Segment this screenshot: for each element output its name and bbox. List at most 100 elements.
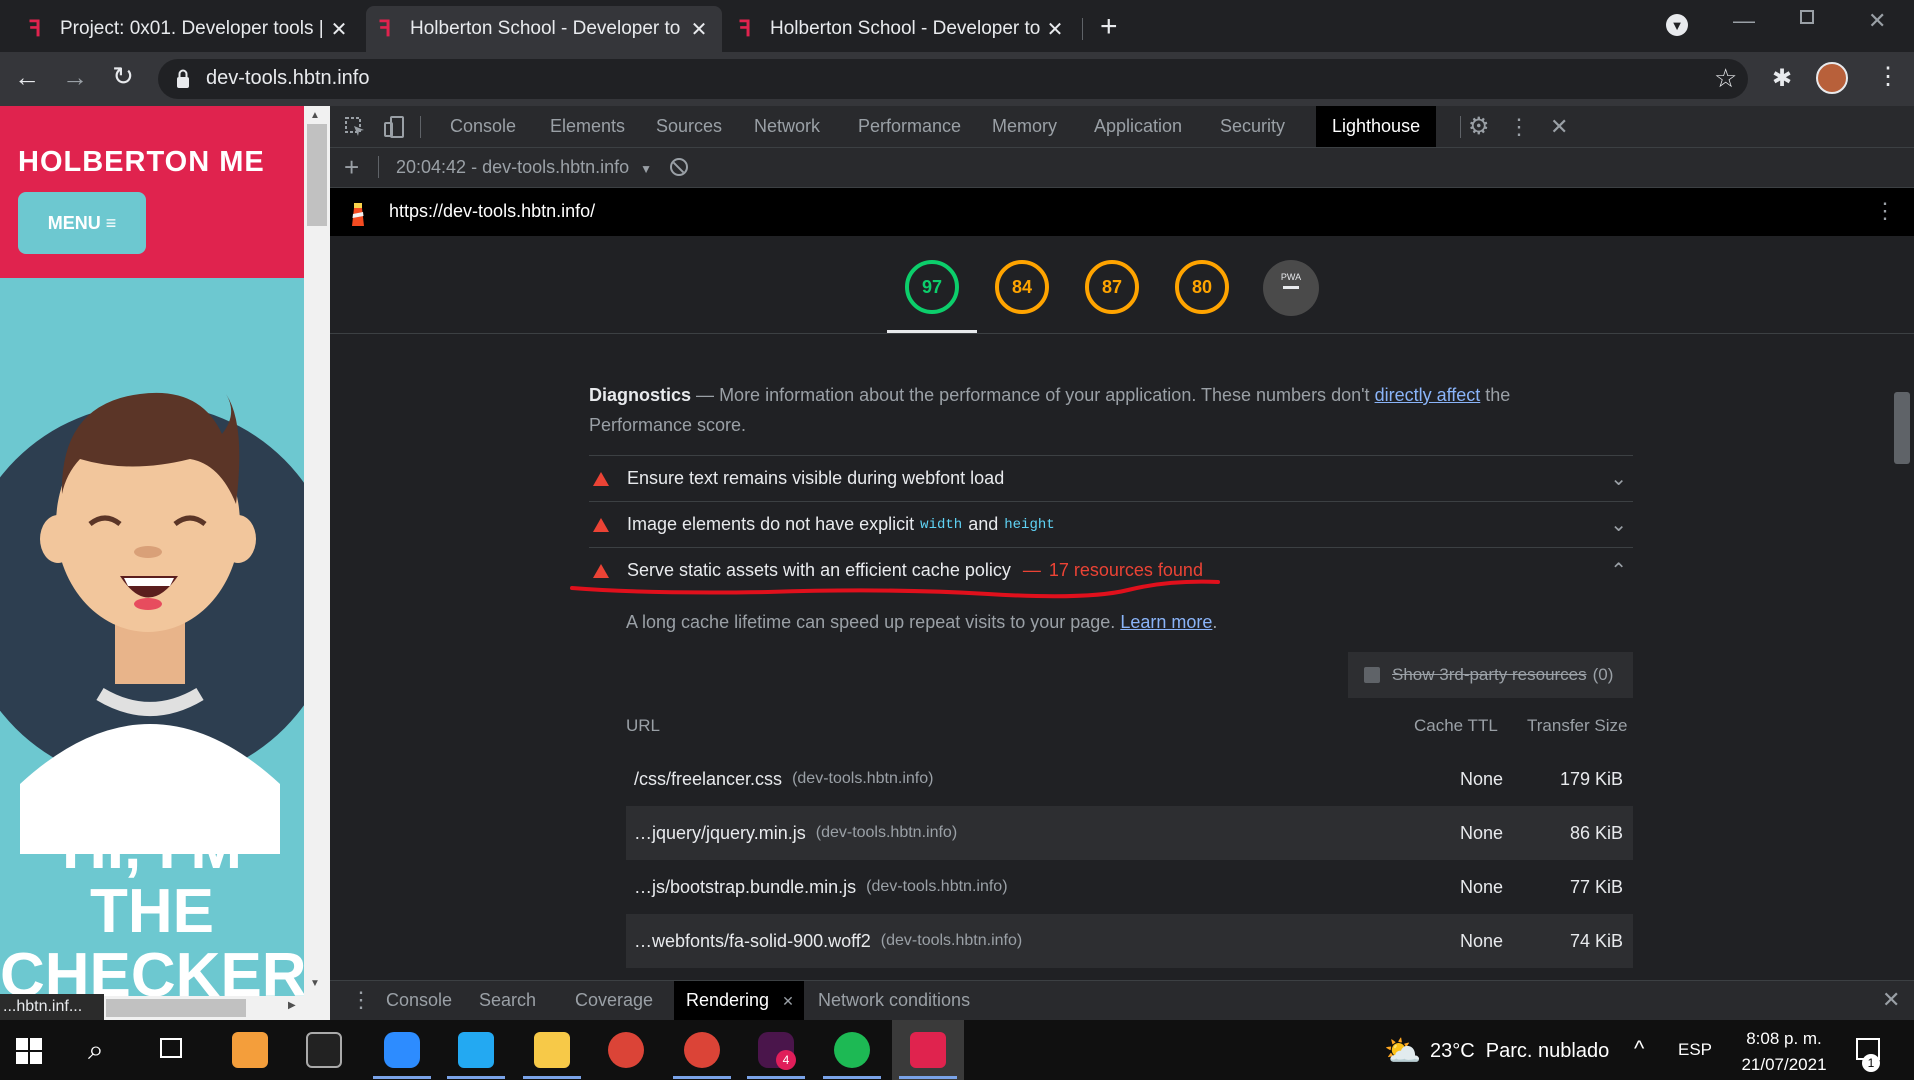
close-tab-icon[interactable]: ✕ — [688, 17, 710, 42]
new-tab-button[interactable]: + — [1100, 10, 1118, 44]
menu-button[interactable]: MENU ≡ — [18, 192, 146, 254]
settings-gear-icon[interactable]: ⚙ — [1468, 112, 1490, 141]
tab-security[interactable]: Security — [1220, 106, 1285, 147]
minimize-icon[interactable]: — — [1733, 8, 1755, 34]
tab-sources[interactable]: Sources — [656, 106, 722, 147]
input-language[interactable]: ESP — [1678, 1040, 1712, 1060]
col-header-cache-ttl: Cache TTL — [1414, 716, 1498, 735]
terminal-icon[interactable] — [306, 1032, 342, 1068]
tab-console[interactable]: Console — [450, 106, 516, 147]
show-hidden-icons-chevron-icon[interactable]: ^ — [1634, 1036, 1644, 1062]
drawer-menu-icon[interactable]: ⋮ — [350, 987, 372, 1013]
checker-avatar-illustration — [0, 392, 304, 854]
task-view-icon[interactable] — [160, 1038, 182, 1058]
drawer-tab-network-conditions[interactable]: Network conditions — [818, 981, 970, 1020]
vscode-icon[interactable] — [458, 1032, 494, 1068]
tab-performance[interactable]: Performance — [858, 106, 961, 147]
reload-icon[interactable]: ↻ — [108, 63, 138, 89]
page-scrollbar-track[interactable] — [304, 106, 330, 1020]
new-report-plus-icon[interactable]: + — [344, 152, 359, 183]
forward-arrow-icon[interactable]: → — [60, 64, 90, 90]
back-arrow-icon[interactable]: ← — [12, 64, 42, 90]
site-brand[interactable]: HOLBERTON ME — [18, 146, 265, 179]
resource-url[interactable]: …js/bootstrap.bundle.min.js — [634, 877, 856, 898]
browser-tab-project[interactable]: ꟻ Project: 0x01. Developer tools | H ✕ — [16, 6, 362, 52]
windows-start-icon[interactable] — [16, 1038, 42, 1064]
third-party-filter[interactable]: Show 3rd-party resources (0) — [1348, 652, 1633, 698]
accessibility-score-gauge[interactable]: 84 — [995, 260, 1049, 314]
close-tab-icon[interactable]: ✕ — [1044, 17, 1066, 42]
report-url[interactable]: https://dev-tools.hbtn.info/ — [389, 201, 595, 222]
devtools-menu-icon[interactable]: ⋮ — [1508, 114, 1530, 140]
table-row[interactable]: …jquery/jquery.min.js (dev-tools.hbtn.in… — [626, 806, 1633, 860]
report-scrollbar-thumb[interactable] — [1894, 392, 1910, 464]
close-tab-icon[interactable]: ✕ — [328, 17, 350, 42]
zoom-icon[interactable] — [384, 1032, 420, 1068]
audit-image-dimensions[interactable]: Image elements do not have explicit widt… — [589, 501, 1633, 547]
tab-memory[interactable]: Memory — [992, 106, 1057, 147]
close-drawer-icon[interactable]: ✕ — [1882, 987, 1900, 1013]
chrome-icon[interactable] — [608, 1032, 644, 1068]
inspect-element-icon[interactable] — [344, 116, 366, 138]
weather-cloud-sun-icon[interactable]: ⛅ — [1384, 1034, 1421, 1069]
pwa-badge[interactable]: PWA — [1263, 260, 1319, 316]
report-menu-icon[interactable]: ⋮ — [1874, 198, 1896, 224]
best-practices-score-gauge[interactable]: 87 — [1085, 260, 1139, 314]
drawer-tab-rendering[interactable]: Rendering ✕ — [674, 981, 804, 1020]
page-scrollbar-thumb[interactable] — [307, 124, 327, 226]
tab-lighthouse[interactable]: Lighthouse — [1316, 106, 1437, 147]
resource-cache-ttl: None — [1459, 822, 1503, 843]
table-row[interactable]: /css/freelancer.css (dev-tools.hbtn.info… — [626, 752, 1633, 806]
close-window-icon[interactable]: ✕ — [1868, 8, 1886, 34]
browser-tab-active[interactable]: ꟻ Holberton School - Developer to ✕ — [366, 6, 722, 52]
profile-avatar[interactable] — [1816, 62, 1848, 94]
file-explorer-icon[interactable] — [534, 1032, 570, 1068]
media-player-icon[interactable] — [232, 1032, 268, 1068]
resource-url[interactable]: /css/freelancer.css — [634, 769, 782, 790]
browser-tab-third[interactable]: ꟻ Holberton School - Developer to ✕ — [726, 6, 1078, 52]
chrome-profile-icon[interactable] — [684, 1032, 720, 1068]
clock[interactable]: 8:08 p. m. 21/07/2021 — [1734, 1026, 1834, 1078]
page-hscrollbar-thumb[interactable] — [106, 999, 246, 1017]
extensions-puzzle-icon[interactable]: ✱ — [1772, 64, 1792, 93]
running-indicator — [823, 1076, 881, 1079]
resource-url[interactable]: …webfonts/fa-solid-900.woff2 — [634, 931, 871, 952]
close-devtools-icon[interactable]: ✕ — [1550, 114, 1568, 140]
drawer-tab-search[interactable]: Search — [479, 981, 536, 1020]
address-bar[interactable]: dev-tools.hbtn.info ☆ — [158, 59, 1748, 99]
drawer-tab-console[interactable]: Console — [386, 981, 452, 1020]
performance-score-gauge[interactable]: 97 — [905, 260, 959, 314]
bookmark-star-icon[interactable]: ☆ — [1714, 63, 1737, 94]
tab-application[interactable]: Application — [1094, 106, 1182, 147]
third-party-checkbox[interactable] — [1364, 667, 1380, 683]
resource-url[interactable]: …jquery/jquery.min.js — [634, 823, 806, 844]
learn-more-link[interactable]: Learn more — [1120, 612, 1212, 632]
resource-transfer-size: 179 KiB — [1559, 768, 1623, 789]
scroll-right-arrow-icon[interactable]: ▶ — [288, 1000, 296, 1011]
table-row[interactable]: …js/bootstrap.bundle.min.js (dev-tools.h… — [626, 860, 1633, 914]
tab-elements[interactable]: Elements — [550, 106, 625, 147]
chrome-menu-icon[interactable]: ⋮ — [1876, 62, 1900, 91]
seo-score-gauge[interactable]: 80 — [1175, 260, 1229, 314]
audit-webfont-visible[interactable]: Ensure text remains visible during webfo… — [589, 455, 1633, 501]
third-party-label: Show 3rd-party resources — [1392, 665, 1587, 684]
close-drawer-tab-icon[interactable]: ✕ — [782, 993, 794, 1009]
clear-reports-icon[interactable] — [670, 158, 688, 176]
drawer-tab-coverage[interactable]: Coverage — [575, 981, 653, 1020]
search-icon[interactable]: ⌕ — [88, 1034, 104, 1067]
device-toolbar-icon[interactable] — [382, 115, 406, 139]
tab-network[interactable]: Network — [754, 106, 820, 147]
weather-text[interactable]: 23°C Parc. nublado — [1430, 1040, 1609, 1063]
table-row[interactable]: …webfonts/fa-solid-900.woff2 (dev-tools.… — [626, 914, 1633, 968]
tab-search-icon[interactable]: ▼ — [1666, 14, 1688, 36]
browser-tab-title: Holberton School - Developer to — [770, 18, 1041, 39]
scroll-up-arrow-icon[interactable]: ▲ — [310, 110, 320, 121]
active-gauge-underline — [887, 330, 977, 333]
directly-affect-link[interactable]: directly affect — [1375, 385, 1481, 405]
holberton-app-icon[interactable] — [910, 1032, 946, 1068]
report-selector[interactable]: 20:04:42 - dev-tools.hbtn.info ▼ — [396, 157, 652, 178]
pwa-dash-icon — [1283, 286, 1299, 289]
restore-icon[interactable] — [1800, 10, 1814, 24]
spotify-icon[interactable] — [834, 1032, 870, 1068]
scroll-down-arrow-icon[interactable]: ▼ — [310, 978, 320, 989]
